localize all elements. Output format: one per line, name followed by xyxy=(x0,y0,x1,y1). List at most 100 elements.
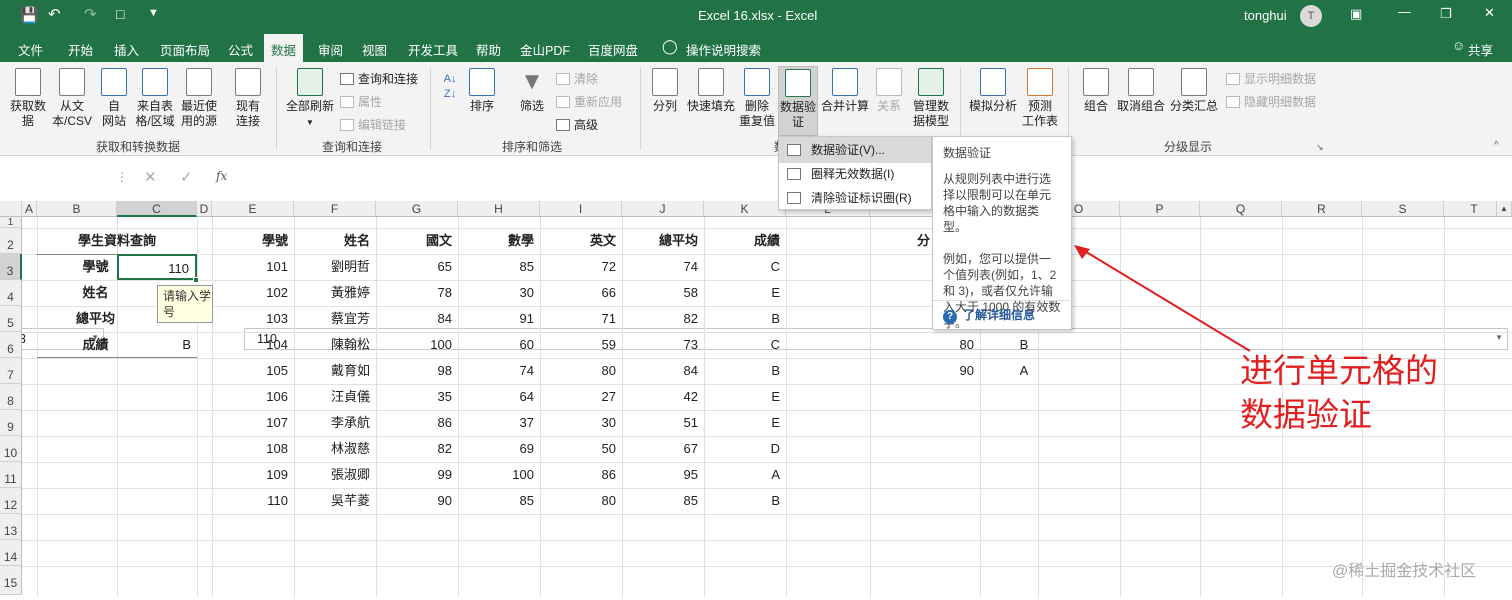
collapse-ribbon-icon[interactable]: ^ xyxy=(1494,140,1499,151)
column-header-j[interactable]: J xyxy=(622,201,704,217)
column-header-b[interactable]: B xyxy=(37,201,117,217)
table-header-english[interactable]: 英文 xyxy=(540,228,622,254)
table-cell[interactable]: D xyxy=(704,436,786,462)
row-header-4[interactable]: 4 xyxy=(0,280,22,306)
tab-review[interactable]: 审阅 xyxy=(318,40,343,59)
customize-toolbar-icon[interactable]: ▼ xyxy=(148,7,159,19)
table-cell[interactable]: 100 xyxy=(458,462,540,488)
table-cell[interactable]: A xyxy=(704,462,786,488)
clear-filter-button[interactable]: 清除 xyxy=(556,70,598,87)
table-header-average[interactable]: 總平均 xyxy=(622,228,704,254)
table-cell[interactable]: 51 xyxy=(622,410,704,436)
table-cell[interactable]: 109 xyxy=(212,462,294,488)
save-icon[interactable]: 💾 xyxy=(20,6,39,24)
row-header-1[interactable]: 1 xyxy=(0,217,22,228)
table-cell[interactable]: 86 xyxy=(376,410,458,436)
remove-duplicates-button[interactable]: 删除 重复值 xyxy=(738,68,776,129)
table-cell[interactable]: 71 xyxy=(540,306,622,332)
sort-button[interactable]: 排序 xyxy=(466,68,498,114)
table-cell[interactable]: C xyxy=(704,254,786,280)
row-header-12[interactable]: 12 xyxy=(0,488,22,514)
table-cell[interactable]: 67 xyxy=(622,436,704,462)
from-table-button[interactable]: 来自表 格/区域 xyxy=(134,68,176,129)
table-header-grade[interactable]: 成績 xyxy=(704,228,786,254)
tab-file[interactable]: 文件 xyxy=(18,40,43,59)
table-cell[interactable]: 陳翰松 xyxy=(294,332,376,358)
column-header-i[interactable]: I xyxy=(540,201,622,217)
table-cell[interactable]: 82 xyxy=(622,306,704,332)
table-cell[interactable]: 106 xyxy=(212,384,294,410)
column-header-e[interactable]: E xyxy=(212,201,294,217)
table-cell[interactable]: B xyxy=(704,306,786,332)
table-cell[interactable]: 98 xyxy=(376,358,458,384)
table-cell[interactable]: 85 xyxy=(622,488,704,514)
table-cell[interactable]: 黃雅婷 xyxy=(294,280,376,306)
table-cell[interactable]: 30 xyxy=(540,410,622,436)
table-cell[interactable]: 100 xyxy=(376,332,458,358)
screentip-link[interactable]: ? 了解详细信息 xyxy=(943,307,1035,324)
column-header-f[interactable]: F xyxy=(294,201,376,217)
column-header-c[interactable]: C xyxy=(117,201,197,217)
table-cell[interactable]: 74 xyxy=(458,358,540,384)
table-cell[interactable]: 劉明哲 xyxy=(294,254,376,280)
tab-developer[interactable]: 开发工具 xyxy=(408,40,458,59)
table-cell[interactable]: 69 xyxy=(458,436,540,462)
select-all-corner[interactable] xyxy=(0,201,22,217)
relationships-button[interactable]: 关系 xyxy=(872,68,906,114)
menu-item-circle-invalid[interactable]: 圈释无效数据(I) xyxy=(779,161,931,187)
table-cell[interactable]: 105 xyxy=(212,358,294,384)
table-cell[interactable]: 27 xyxy=(540,384,622,410)
share-button[interactable]: 共享 xyxy=(1468,40,1493,59)
column-header-p[interactable]: P xyxy=(1120,201,1200,217)
forecast-sheet-button[interactable]: 预测 工作表 xyxy=(1020,68,1060,129)
column-header-d[interactable]: D xyxy=(197,201,212,217)
table-cell[interactable]: 42 xyxy=(622,384,704,410)
table-cell[interactable]: 84 xyxy=(622,358,704,384)
lookup-id-cell[interactable]: 110 xyxy=(117,254,197,280)
column-header-g[interactable]: G xyxy=(376,201,458,217)
redo-icon[interactable]: ↷ xyxy=(84,5,97,23)
undo-icon[interactable]: ↶ xyxy=(48,5,61,23)
table-cell[interactable]: E xyxy=(704,384,786,410)
row-header-8[interactable]: 8 xyxy=(0,384,22,410)
user-name[interactable]: tonghui xyxy=(1244,8,1287,23)
menu-item-clear-circles[interactable]: 清除验证标识圈(R) xyxy=(779,185,931,211)
restore-icon[interactable]: ❐ xyxy=(1440,6,1452,22)
table-cell[interactable]: 107 xyxy=(212,410,294,436)
lookup-grade-cell[interactable]: B xyxy=(117,332,197,358)
row-header-10[interactable]: 10 xyxy=(0,436,22,462)
side-table-cell[interactable]: 90 xyxy=(870,358,980,384)
row-header-2[interactable]: 2 xyxy=(0,228,22,254)
what-if-button[interactable]: 模拟分析 xyxy=(966,68,1020,114)
tab-formulas[interactable]: 公式 xyxy=(228,40,253,59)
table-cell[interactable]: 66 xyxy=(540,280,622,306)
table-cell[interactable]: 86 xyxy=(540,462,622,488)
lookup-title[interactable]: 學生資料查詢 xyxy=(37,228,197,254)
table-cell[interactable]: 95 xyxy=(622,462,704,488)
table-header-id[interactable]: 學號 xyxy=(212,228,294,254)
table-cell[interactable]: 59 xyxy=(540,332,622,358)
flash-fill-button[interactable]: 快速填充 xyxy=(686,68,736,114)
ungroup-button[interactable]: 取消组合 xyxy=(1116,68,1166,114)
reapply-button[interactable]: 重新应用 xyxy=(556,93,622,110)
table-cell[interactable]: B xyxy=(704,358,786,384)
table-cell[interactable]: 84 xyxy=(376,306,458,332)
worksheet[interactable]: A B C D E F G H I J K L M O P Q R S T ▲ … xyxy=(0,201,1512,597)
table-cell[interactable]: 65 xyxy=(376,254,458,280)
data-model-button[interactable]: 管理数 据模型 xyxy=(910,68,952,129)
column-header-k[interactable]: K xyxy=(704,201,786,217)
table-cell[interactable]: C xyxy=(704,332,786,358)
get-data-button[interactable]: 获取数 据 xyxy=(6,68,50,129)
tab-data[interactable]: 数据 xyxy=(264,34,304,62)
tab-baidu-netdisk[interactable]: 百度网盘 xyxy=(588,40,638,59)
show-detail-button[interactable]: 显示明细数据 xyxy=(1226,70,1316,87)
ribbon-display-icon[interactable]: ▣ xyxy=(1350,6,1362,22)
insert-function-icon[interactable]: fx xyxy=(216,169,227,183)
existing-connections-button[interactable]: 现有 连接 xyxy=(228,68,268,129)
tab-help[interactable]: 帮助 xyxy=(476,40,501,59)
side-table-cell[interactable]: B xyxy=(980,332,1068,358)
table-cell[interactable]: 99 xyxy=(376,462,458,488)
table-cell[interactable]: 蔡宜芳 xyxy=(294,306,376,332)
table-cell[interactable]: 58 xyxy=(622,280,704,306)
column-header-s[interactable]: S xyxy=(1362,201,1444,217)
